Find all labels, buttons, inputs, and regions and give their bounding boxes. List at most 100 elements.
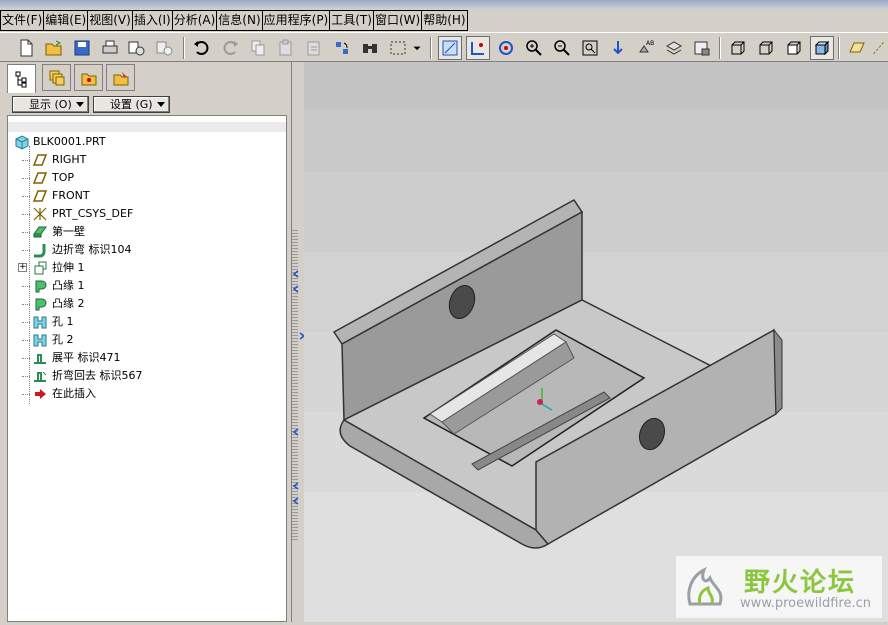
tree-item-edge-bend[interactable]: 边折弯 标识104 (8, 241, 278, 259)
datum-axis-tool-icon[interactable] (871, 36, 888, 60)
tab-model-tree[interactable] (7, 64, 36, 93)
reorient-icon[interactable] (606, 36, 630, 60)
tree-item-hole-1[interactable]: 孔 1 (8, 313, 278, 331)
tab-layers[interactable] (42, 64, 71, 91)
zoom-out-icon[interactable] (550, 36, 574, 60)
datum-axes-toggle-icon[interactable] (466, 36, 490, 60)
tree-item-first-wall[interactable]: 第一壁 (8, 223, 278, 241)
collapse-left-icon[interactable] (292, 482, 300, 490)
panel-splitter[interactable] (292, 62, 306, 622)
tree-item-right[interactable]: RIGHT (8, 151, 278, 169)
tree-item-extrude[interactable]: + 拉伸 1 (8, 259, 278, 277)
menu-edit[interactable]: 编辑(E) (43, 10, 89, 31)
watermark: 野火论坛 www.proewildfire.cn (676, 556, 882, 618)
model-tree: BLK0001.PRT RIGHT TOP FRONT PRT_CSYS_DEF… (7, 115, 287, 622)
tree-item-label: 展平 标识471 (52, 351, 121, 364)
edge-bend-icon (34, 244, 46, 258)
navigator-panel: 显示 (O) 设置 (G) BLK0001.PRT RIGHT TOP FRON… (0, 62, 292, 622)
tree-item-insert-here[interactable]: 在此插入 (8, 385, 278, 403)
tree-item-label: 折弯回去 标识567 (52, 369, 143, 382)
menu-analysis[interactable]: 分析(A) (171, 10, 218, 31)
tree-item-label: 孔 2 (52, 333, 74, 346)
menu-applications[interactable]: 应用程序(P) (261, 10, 331, 31)
tree-item-bend-back[interactable]: 折弯回去 标识567 (8, 367, 278, 385)
datum-planes-toggle-icon[interactable] (438, 36, 462, 60)
settings-dropdown-label: 设置 (G) (110, 98, 153, 111)
tab-folder-browser[interactable] (74, 64, 103, 91)
collapse-left-icon[interactable] (292, 270, 300, 278)
regenerate-icon[interactable] (330, 36, 354, 60)
refit-icon[interactable] (578, 36, 602, 60)
print-icon[interactable] (98, 36, 122, 60)
tree-item-label: 拉伸 1 (52, 261, 85, 274)
bendback-icon (34, 371, 47, 382)
chevron-down-icon (157, 102, 165, 107)
shading-icon[interactable] (810, 36, 834, 60)
tree-item-front[interactable]: FRONT (8, 187, 278, 205)
email-icon[interactable] (124, 36, 148, 60)
view-manager-icon[interactable] (690, 36, 714, 60)
datum-plane-icon (32, 190, 48, 202)
hidden-line-icon[interactable] (754, 36, 778, 60)
no-hidden-icon[interactable] (782, 36, 806, 60)
tree-item-label: 凸缘 1 (52, 279, 85, 292)
tab-favorites[interactable] (106, 64, 135, 91)
copy-icon[interactable] (246, 36, 270, 60)
chevron-down-icon[interactable] (410, 36, 424, 60)
undo-icon[interactable] (190, 36, 214, 60)
menu-window[interactable]: 窗口(W) (372, 10, 423, 31)
paste-special-icon[interactable] (302, 36, 326, 60)
menu-view[interactable]: 视图(V) (87, 10, 133, 31)
paste-icon[interactable] (274, 36, 298, 60)
collapse-left-icon[interactable] (292, 497, 300, 505)
csys-icon (33, 207, 47, 221)
tree-item-flange-1[interactable]: 凸缘 1 (8, 277, 278, 295)
redo-icon[interactable] (218, 36, 242, 60)
spin-center-icon[interactable] (494, 36, 518, 60)
wireframe-icon[interactable] (726, 36, 750, 60)
unbend-icon (34, 354, 46, 364)
menu-help[interactable]: 帮助(H) (421, 10, 468, 31)
selection-box-icon[interactable] (386, 36, 410, 60)
sheetmetal-part-model[interactable] (304, 62, 888, 622)
datum-plane-tool-icon[interactable] (845, 36, 869, 60)
save-icon[interactable] (70, 36, 94, 60)
send-link-icon[interactable] (152, 36, 176, 60)
first-wall-icon (33, 226, 47, 238)
svg-text:AB: AB (646, 40, 654, 47)
open-folder-icon[interactable] (42, 36, 66, 60)
layers-icon[interactable] (662, 36, 686, 60)
collapse-left-icon[interactable] (292, 428, 300, 436)
menu-insert[interactable]: 插入(I) (131, 10, 173, 31)
collapse-left-icon[interactable] (292, 285, 300, 293)
tree-root-label: BLK0001.PRT (33, 135, 106, 148)
tree-item-label: 在此插入 (52, 387, 96, 400)
flange-icon (35, 298, 47, 311)
expand-icon[interactable]: + (18, 263, 27, 272)
folder-icon (81, 73, 96, 85)
flame-logo-icon (687, 566, 723, 606)
tree-item-flange-2[interactable]: 凸缘 2 (8, 295, 278, 313)
tree-item-csys[interactable]: PRT_CSYS_DEF (8, 205, 278, 223)
tree-item-label: 边折弯 标识104 (52, 243, 132, 256)
menu-file[interactable]: 文件(F) (0, 10, 45, 31)
tree-item-hole-2[interactable]: 孔 2 (8, 331, 278, 349)
title-bar (0, 0, 888, 9)
saved-views-icon[interactable]: AB (634, 36, 658, 60)
menu-info[interactable]: 信息(N) (216, 10, 263, 31)
tree-item-top[interactable]: TOP (8, 169, 278, 187)
menu-tools[interactable]: 工具(T) (329, 10, 374, 31)
display-dropdown[interactable]: 显示 (O) (12, 96, 89, 113)
menu-bar: 文件(F) 编辑(E) 视图(V) 插入(I) 分析(A) 信息(N) 应用程序… (0, 10, 470, 31)
part-icon (15, 135, 29, 150)
watermark-url: www.proewildfire.cn (740, 596, 871, 611)
datum-plane-icon (32, 172, 48, 184)
new-file-icon[interactable] (14, 36, 38, 60)
tree-item-unbend[interactable]: 展平 标识471 (8, 349, 278, 367)
tree-item-label: PRT_CSYS_DEF (52, 207, 134, 220)
tree-item-label: 孔 1 (52, 315, 74, 328)
settings-dropdown[interactable]: 设置 (G) (93, 96, 170, 113)
zoom-in-icon[interactable] (522, 36, 546, 60)
find-icon[interactable] (358, 36, 382, 60)
graphics-window[interactable] (304, 62, 888, 622)
